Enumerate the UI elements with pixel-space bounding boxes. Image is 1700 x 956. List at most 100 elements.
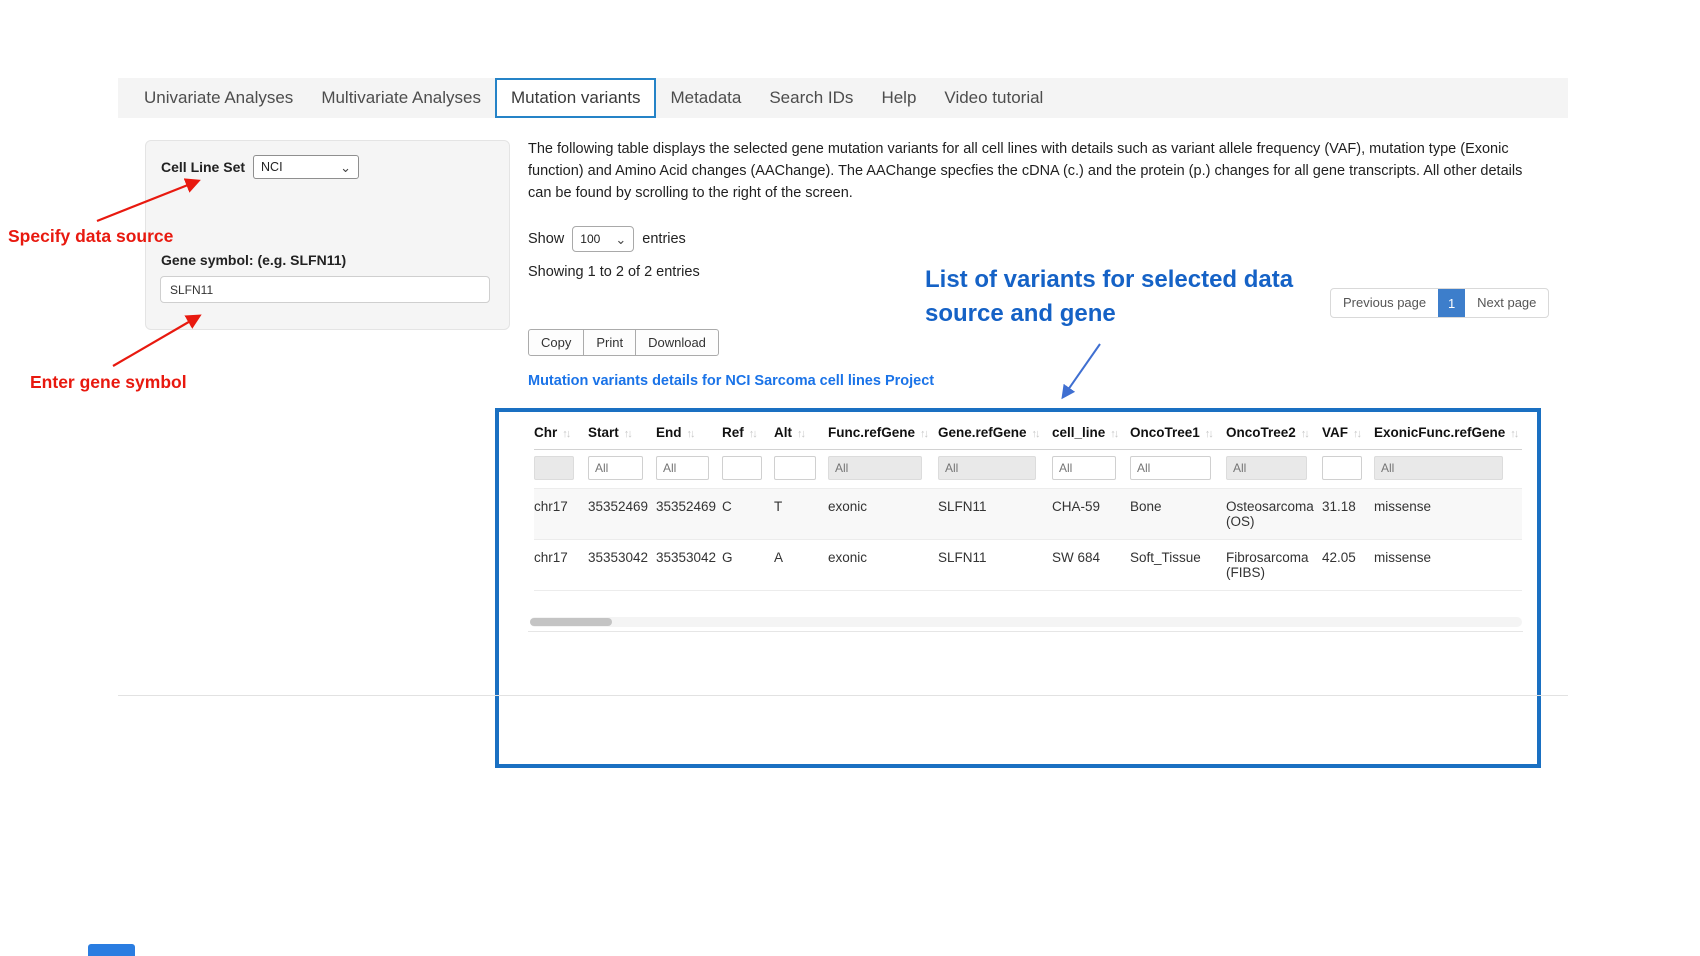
filter-end-input[interactable]	[656, 456, 709, 480]
page-1-button[interactable]: 1	[1438, 289, 1465, 317]
cell-oncotree1: Soft_Tissue	[1130, 540, 1226, 591]
cell-end: 35353042	[656, 540, 722, 591]
cell-vaf: 42.05	[1322, 540, 1374, 591]
column-header-cell-line[interactable]: cell_line↑↓	[1052, 416, 1130, 450]
blue-arrow-to-table	[1063, 344, 1100, 397]
print-button[interactable]: Print	[583, 329, 636, 356]
filter-func-refgene-input[interactable]	[828, 456, 922, 480]
cell-vaf: 31.18	[1322, 489, 1374, 540]
cell-end: 35352469	[656, 489, 722, 540]
column-header-oncotree2[interactable]: OncoTree2↑↓	[1226, 416, 1322, 450]
next-page-button[interactable]: Next page	[1465, 289, 1548, 317]
showing-entries-text: Showing 1 to 2 of 2 entries	[528, 264, 700, 280]
column-header-ref[interactable]: Ref↑↓	[722, 416, 774, 450]
column-header-end[interactable]: End↑↓	[656, 416, 722, 450]
cell-exonicfunc: missense	[1374, 489, 1522, 540]
cell-exonicfunc: missense	[1374, 540, 1522, 591]
tab-help[interactable]: Help	[867, 78, 930, 118]
show-label: Show	[528, 231, 564, 247]
entries-label: entries	[642, 231, 686, 247]
column-header-oncotree1[interactable]: OncoTree1↑↓	[1130, 416, 1226, 450]
cell-oncotree2: Osteosarcoma (OS)	[1226, 489, 1322, 540]
export-button-group: Copy Print Download	[528, 329, 719, 356]
gene-symbol-input[interactable]	[160, 276, 490, 303]
cell-line-set-select[interactable]: NCI ⌄	[253, 155, 359, 179]
filter-cell-line-input[interactable]	[1052, 456, 1116, 480]
cell-gene-refgene: SLFN11	[938, 489, 1052, 540]
cell-alt: T	[774, 489, 828, 540]
table-header-row: Chr↑↓ Start↑↓ End↑↓ Ref↑↓ Alt↑↓ Func.ref…	[534, 416, 1522, 450]
table-title-link[interactable]: Mutation variants details for NCI Sarcom…	[528, 373, 934, 389]
scrollbar-thumb[interactable]	[530, 618, 612, 626]
pagination: Previous page 1 Next page	[1330, 288, 1549, 318]
filter-oncotree2-input[interactable]	[1226, 456, 1307, 480]
tab-video-tutorial[interactable]: Video tutorial	[930, 78, 1057, 118]
copy-button[interactable]: Copy	[528, 329, 584, 356]
controls-panel: Cell Line Set NCI ⌄ Gene symbol: (e.g. S…	[145, 140, 510, 330]
column-header-vaf[interactable]: VAF↑↓	[1322, 416, 1374, 450]
page: Univariate Analyses Multivariate Analyse…	[0, 0, 1700, 956]
cell-line-set-value: NCI	[261, 160, 283, 174]
filter-oncotree1-input[interactable]	[1130, 456, 1211, 480]
table-filter-row	[534, 450, 1522, 489]
annotation-specify-data-source: Specify data source	[8, 226, 173, 247]
download-button[interactable]: Download	[635, 329, 719, 356]
sort-icon: ↑↓	[1301, 428, 1308, 440]
page-size-select[interactable]: 100 ⌄	[572, 226, 634, 252]
sort-icon: ↑↓	[1110, 428, 1117, 440]
column-header-chr[interactable]: Chr↑↓	[534, 416, 588, 450]
sort-icon: ↑↓	[1353, 428, 1360, 440]
filter-exonicfunc-input[interactable]	[1374, 456, 1503, 480]
chevron-down-icon: ⌄	[615, 233, 626, 246]
partial-element	[88, 944, 135, 956]
table-row: chr17 35352469 35352469 C T exonic SLFN1…	[534, 489, 1522, 540]
filter-gene-refgene-input[interactable]	[938, 456, 1036, 480]
tab-metadata[interactable]: Metadata	[656, 78, 755, 118]
annotation-list-of-variants: List of variants for selected data sourc…	[925, 263, 1325, 331]
tab-mutation-variants[interactable]: Mutation variants	[495, 78, 656, 118]
column-header-exonicfunc-refgene[interactable]: ExonicFunc.refGene↑↓	[1374, 416, 1522, 450]
previous-page-button[interactable]: Previous page	[1331, 289, 1438, 317]
cell-func-refgene: exonic	[828, 540, 938, 591]
tab-multivariate-analyses[interactable]: Multivariate Analyses	[307, 78, 495, 118]
gene-symbol-label: Gene symbol: (e.g. SLFN11)	[161, 252, 346, 268]
table-bottom-border	[528, 631, 1523, 632]
cell-chr: chr17	[534, 489, 588, 540]
column-header-gene-refgene[interactable]: Gene.refGene↑↓	[938, 416, 1052, 450]
cell-func-refgene: exonic	[828, 489, 938, 540]
column-header-alt[interactable]: Alt↑↓	[774, 416, 828, 450]
cell-gene-refgene: SLFN11	[938, 540, 1052, 591]
cell-alt: A	[774, 540, 828, 591]
sort-icon: ↑↓	[624, 428, 631, 440]
filter-vaf-input[interactable]	[1322, 456, 1362, 480]
column-header-func-refgene[interactable]: Func.refGene↑↓	[828, 416, 938, 450]
filter-chr-input[interactable]	[534, 456, 574, 480]
cell-start: 35353042	[588, 540, 656, 591]
filter-alt-input[interactable]	[774, 456, 816, 480]
description-text: The following table displays the selecte…	[528, 138, 1525, 205]
cell-ref: G	[722, 540, 774, 591]
cell-cell-line: CHA-59	[1052, 489, 1130, 540]
filter-ref-input[interactable]	[722, 456, 762, 480]
sort-icon: ↑↓	[1510, 428, 1517, 440]
filter-start-input[interactable]	[588, 456, 643, 480]
sort-icon: ↑↓	[1032, 428, 1039, 440]
tab-search-ids[interactable]: Search IDs	[755, 78, 867, 118]
cell-cell-line: SW 684	[1052, 540, 1130, 591]
tab-univariate-analyses[interactable]: Univariate Analyses	[130, 78, 307, 118]
cell-oncotree1: Bone	[1130, 489, 1226, 540]
table-row: chr17 35353042 35353042 G A exonic SLFN1…	[534, 540, 1522, 591]
page-divider	[118, 695, 1568, 696]
main-nav: Univariate Analyses Multivariate Analyse…	[118, 78, 1568, 118]
horizontal-scrollbar[interactable]	[530, 617, 1522, 627]
cell-line-set-label: Cell Line Set	[161, 159, 245, 175]
sort-icon: ↑↓	[562, 428, 569, 440]
show-entries-control: Show 100 ⌄ entries	[528, 226, 686, 252]
cell-ref: C	[722, 489, 774, 540]
sort-icon: ↑↓	[920, 428, 927, 440]
sort-icon: ↑↓	[687, 428, 694, 440]
cell-start: 35352469	[588, 489, 656, 540]
column-header-start[interactable]: Start↑↓	[588, 416, 656, 450]
chevron-down-icon: ⌄	[340, 161, 351, 174]
annotation-enter-gene-symbol: Enter gene symbol	[30, 372, 187, 393]
